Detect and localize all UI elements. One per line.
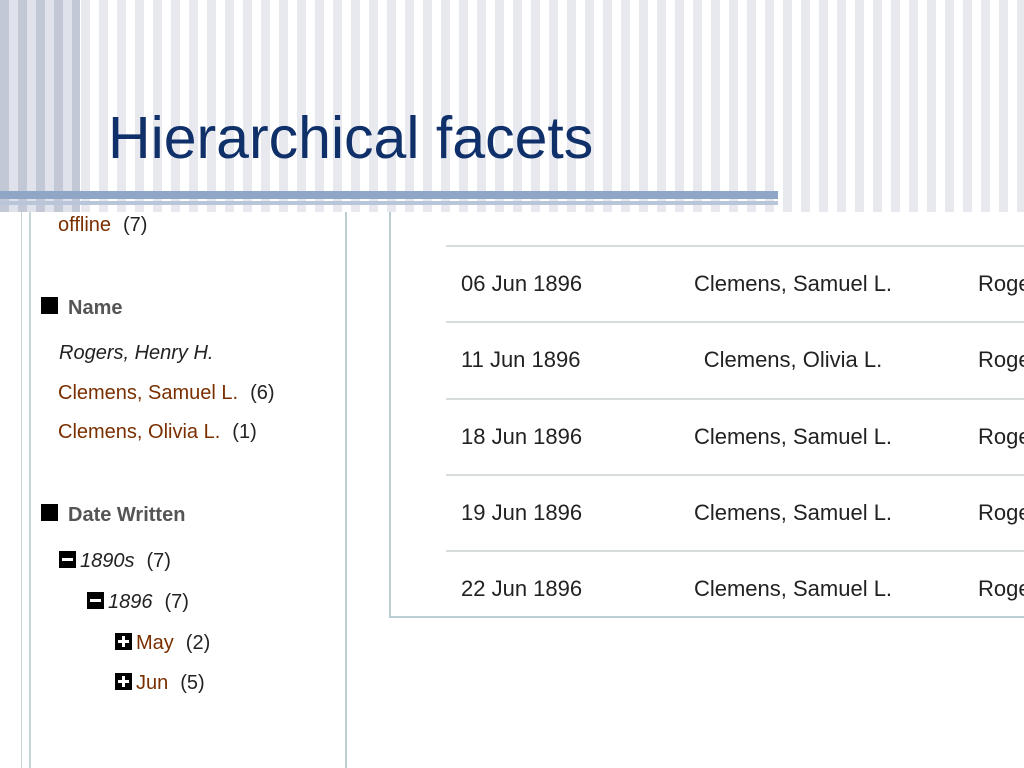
facet-count: (7) — [164, 591, 189, 613]
square-bullet-icon — [41, 504, 58, 521]
cell-date: 19 Jun 1896 — [461, 500, 583, 525]
cell-author: Clemens, Olivia L. — [703, 347, 883, 372]
facet-heading-date-written: Date Written — [41, 504, 185, 527]
cell-date: 22 Jun 1896 — [461, 576, 583, 601]
facet-link[interactable]: May — [136, 632, 174, 654]
expand-icon[interactable] — [115, 633, 132, 650]
cell-recipient: Roge — [978, 500, 1024, 525]
cell-recipient: Roge — [978, 576, 1024, 601]
facet-heading-label: Name — [68, 297, 123, 319]
facet-item-selected: Rogers, Henry H. — [59, 342, 214, 365]
facet-tree-month[interactable]: Jun (5) — [115, 672, 205, 695]
slide: offline (7) Name Rogers, Henry H. Clemens… — [0, 0, 1024, 768]
facet-tree-label: 1890s — [80, 550, 135, 572]
facet-tree-year[interactable]: 1896 (7) — [87, 591, 189, 614]
facet-selected-value: Rogers, Henry H. — [59, 342, 214, 364]
facet-link[interactable]: offline — [58, 214, 111, 236]
facet-count: (2) — [185, 632, 211, 654]
facet-link[interactable]: Jun — [136, 672, 168, 694]
cell-date: 11 Jun 1896 — [461, 347, 581, 372]
table-row[interactable]: 19 Jun 1896 Clemens, Samuel L. Roge — [446, 474, 1024, 552]
collapse-icon[interactable] — [59, 551, 76, 568]
accent-bar — [0, 191, 778, 199]
facet-tree-decade[interactable]: 1890s (7) — [59, 550, 171, 573]
facet-link[interactable]: Clemens, Olivia L. — [58, 421, 220, 443]
facet-count: (6) — [250, 382, 275, 404]
facet-item-name[interactable]: Clemens, Olivia L. (1) — [58, 421, 257, 444]
facet-link[interactable]: Clemens, Samuel L. — [58, 382, 238, 404]
cell-author: Clemens, Samuel L. — [693, 424, 893, 449]
facet-item-offline[interactable]: offline (7) — [58, 214, 147, 237]
facet-tree-label: 1896 — [108, 591, 153, 613]
facet-heading-label: Date Written — [68, 504, 186, 526]
cell-author: Clemens, Samuel L. — [693, 576, 893, 601]
facet-heading-name: Name — [41, 297, 122, 320]
facet-count: (5) — [180, 672, 205, 694]
facet-count: (1) — [232, 421, 257, 443]
facet-count: (7) — [123, 214, 148, 236]
expand-icon[interactable] — [115, 673, 132, 690]
table-row[interactable]: 11 Jun 1896 Clemens, Olivia L. Roge — [446, 321, 1024, 399]
table-row[interactable]: 22 Jun 1896 Clemens, Samuel L. Roge — [446, 550, 1024, 628]
accent-bar-thin — [0, 201, 778, 205]
cell-recipient: Roge — [978, 347, 1024, 372]
facet-tree-month[interactable]: May (2) — [115, 632, 210, 655]
cell-recipient: Roge — [978, 271, 1024, 296]
square-bullet-icon — [41, 297, 58, 314]
slide-header: Hierarchical facets — [0, 0, 1024, 212]
cell-author: Clemens, Samuel L. — [693, 271, 893, 296]
cell-date: 06 Jun 1896 — [461, 271, 583, 296]
cell-date: 18 Jun 1896 — [461, 424, 583, 449]
table-row[interactable]: 06 Jun 1896 Clemens, Samuel L. Roge — [446, 245, 1024, 323]
collapse-icon[interactable] — [87, 592, 104, 609]
slide-title: Hierarchical facets — [108, 105, 594, 171]
cell-author: Clemens, Samuel L. — [693, 500, 893, 525]
cell-recipient: Roge — [978, 424, 1024, 449]
table-row[interactable]: 18 Jun 1896 Clemens, Samuel L. Roge — [446, 398, 1024, 476]
facet-item-name[interactable]: Clemens, Samuel L. (6) — [58, 382, 275, 405]
facet-count: (7) — [146, 550, 171, 572]
